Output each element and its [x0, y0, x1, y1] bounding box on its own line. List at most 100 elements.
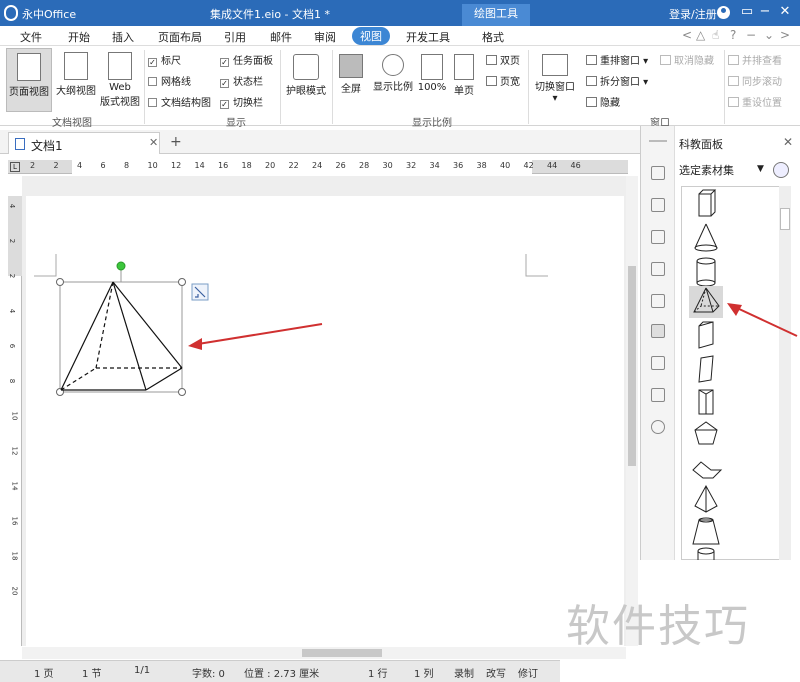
shape-folded-plane[interactable]: [689, 452, 723, 484]
menu-view[interactable]: 视图: [352, 27, 390, 45]
resize-handle[interactable]: [178, 388, 186, 396]
scroll-thumb[interactable]: [628, 266, 636, 466]
status-bar-checkbox[interactable]: ✓ 状态栏: [220, 73, 263, 88]
gridlines-checkbox[interactable]: 网格线: [148, 73, 191, 88]
shape-pyramid-2[interactable]: [689, 484, 723, 516]
split-window-button[interactable]: 拆分窗口 ▾: [586, 73, 648, 88]
menu-file[interactable]: 文件: [20, 29, 42, 45]
outline-view-label: 大纲视图: [56, 86, 96, 97]
panel-close-icon[interactable]: ✕: [783, 135, 793, 149]
material-settings-icon[interactable]: [773, 162, 789, 178]
menu-insert[interactable]: 插入: [112, 29, 134, 45]
group-label-zoom: 显示比例: [412, 118, 452, 129]
menu-mailings[interactable]: 邮件: [270, 29, 292, 45]
shape-selection-box: [59, 281, 183, 393]
full-screen-button[interactable]: 全屏: [336, 48, 366, 112]
shape-cuboid[interactable]: [689, 188, 723, 220]
edit-icon[interactable]: [651, 388, 665, 402]
sync-scroll-button[interactable]: 同步滚动: [728, 73, 782, 88]
chevron-down-icon[interactable]: ▼: [757, 164, 764, 174]
drawing-tools-context-tab[interactable]: 绘图工具: [462, 4, 530, 26]
clipboard-icon[interactable]: [651, 324, 665, 338]
shape-prism-3[interactable]: [689, 386, 723, 418]
outline-view-button[interactable]: 大纲视图: [54, 48, 98, 112]
status-rewrite[interactable]: 改写: [486, 665, 506, 680]
scroll-thumb[interactable]: [302, 649, 382, 657]
zoom-ratio-button[interactable]: 显示比例: [370, 48, 416, 112]
horizontal-ruler[interactable]: 2 2 4 6 8 10 12 14 16 18 20 22 24 26 28 30 32 34 36 38 40 42 4…: [8, 160, 628, 174]
close-icon[interactable]: ✕: [776, 3, 794, 21]
rotate-handle[interactable]: [116, 261, 126, 271]
sliders-icon[interactable]: [651, 230, 665, 244]
ribbon-toggle-icon[interactable]: ▭: [738, 3, 756, 21]
eye-mode-button[interactable]: 护眼模式: [284, 48, 328, 112]
switch-window-button[interactable]: 切换窗口 ▾: [532, 48, 578, 112]
horizontal-scrollbar[interactable]: [22, 647, 626, 659]
tab-close-icon[interactable]: ✕: [149, 136, 158, 149]
document-page[interactable]: [26, 196, 624, 646]
rearrange-window-button[interactable]: 重排窗口 ▾: [586, 52, 648, 67]
unhide-window-button[interactable]: 取消隐藏: [660, 52, 714, 67]
menu-page-layout[interactable]: 页面布局: [158, 29, 202, 45]
rearrange-label: 重排窗口: [600, 56, 640, 67]
menu-references[interactable]: 引用: [224, 29, 246, 45]
resize-handle[interactable]: [178, 278, 186, 286]
help-circle-icon[interactable]: [651, 420, 665, 434]
nav-back-icon[interactable]: <: [682, 28, 692, 42]
reset-position-button[interactable]: 重设位置: [728, 94, 782, 109]
shape-cylinder[interactable]: [689, 256, 723, 288]
web-view-button[interactable]: Web 版式视图: [98, 48, 142, 112]
expand-icon[interactable]: ⌄: [764, 28, 774, 42]
minimize-icon[interactable]: −: [756, 3, 774, 21]
shape-prism-2[interactable]: [689, 354, 723, 386]
nav-forward-icon[interactable]: >: [780, 28, 790, 42]
status-record[interactable]: 录制: [454, 665, 474, 680]
hide-window-button[interactable]: 隐藏: [586, 94, 620, 109]
double-page-button[interactable]: 双页: [486, 52, 520, 67]
side-by-side-button[interactable]: 并排查看: [728, 52, 782, 67]
page-width-icon: [486, 76, 497, 86]
home-icon[interactable]: △: [696, 28, 705, 42]
page-view-button[interactable]: 页面视图: [6, 48, 52, 112]
menu-home[interactable]: 开始: [68, 29, 90, 45]
doc-map-checkbox[interactable]: 文档结构图: [148, 94, 211, 109]
ruler-checkbox[interactable]: ✓ 标尺: [148, 52, 181, 67]
help-icon[interactable]: ?: [730, 28, 736, 42]
pen-icon[interactable]: [651, 166, 665, 180]
lock-icon[interactable]: [651, 294, 665, 308]
ruler-tick-label: 38: [476, 161, 487, 170]
list-icon[interactable]: [651, 198, 665, 212]
shape-frustum[interactable]: [689, 516, 723, 548]
status-revise[interactable]: 修订: [518, 665, 538, 680]
vertical-scrollbar[interactable]: [626, 176, 638, 646]
login-link[interactable]: 登录/注册: [669, 6, 717, 22]
switch-bar-checkbox[interactable]: ✓ 切换栏: [220, 94, 263, 109]
pyramid-shape[interactable]: [60, 281, 183, 391]
task-pane-checkbox[interactable]: ✓ 任务面板: [220, 52, 273, 67]
shape-pyramid[interactable]: [689, 286, 723, 318]
tab-stop-selector-icon[interactable]: L: [10, 162, 20, 172]
material-set-select[interactable]: 选定素材集: [679, 162, 769, 180]
page-width-button[interactable]: 页宽: [486, 73, 520, 88]
resize-handle[interactable]: [56, 278, 64, 286]
user-icon[interactable]: [717, 6, 730, 19]
scroll-thumb[interactable]: [780, 208, 790, 230]
shape-list-scrollbar[interactable]: [779, 186, 791, 560]
shape-pentagonal-frustum[interactable]: [689, 418, 723, 450]
shape-cone[interactable]: [689, 222, 723, 254]
single-page-button[interactable]: 单页: [450, 48, 478, 112]
new-tab-icon[interactable]: +: [170, 134, 182, 150]
ribbon-separator: [528, 50, 529, 124]
menu-format[interactable]: 格式: [482, 29, 504, 45]
shape-prism-1[interactable]: [689, 320, 723, 352]
tab-document-1[interactable]: 文档1 ✕: [8, 132, 160, 154]
menu-developer[interactable]: 开发工具: [406, 29, 450, 45]
layers-icon[interactable]: [651, 262, 665, 276]
copy-icon[interactable]: [651, 356, 665, 370]
zoom-100-button[interactable]: 100%: [416, 48, 448, 112]
vertical-ruler[interactable]: 4 2 2 4 6 8 10 12 14 16 18 20: [8, 196, 22, 646]
dash-icon[interactable]: −: [746, 28, 756, 42]
shape-cylinder-2[interactable]: [689, 546, 723, 560]
menu-review[interactable]: 审阅: [314, 29, 336, 45]
hand-icon[interactable]: ☝: [712, 28, 719, 42]
